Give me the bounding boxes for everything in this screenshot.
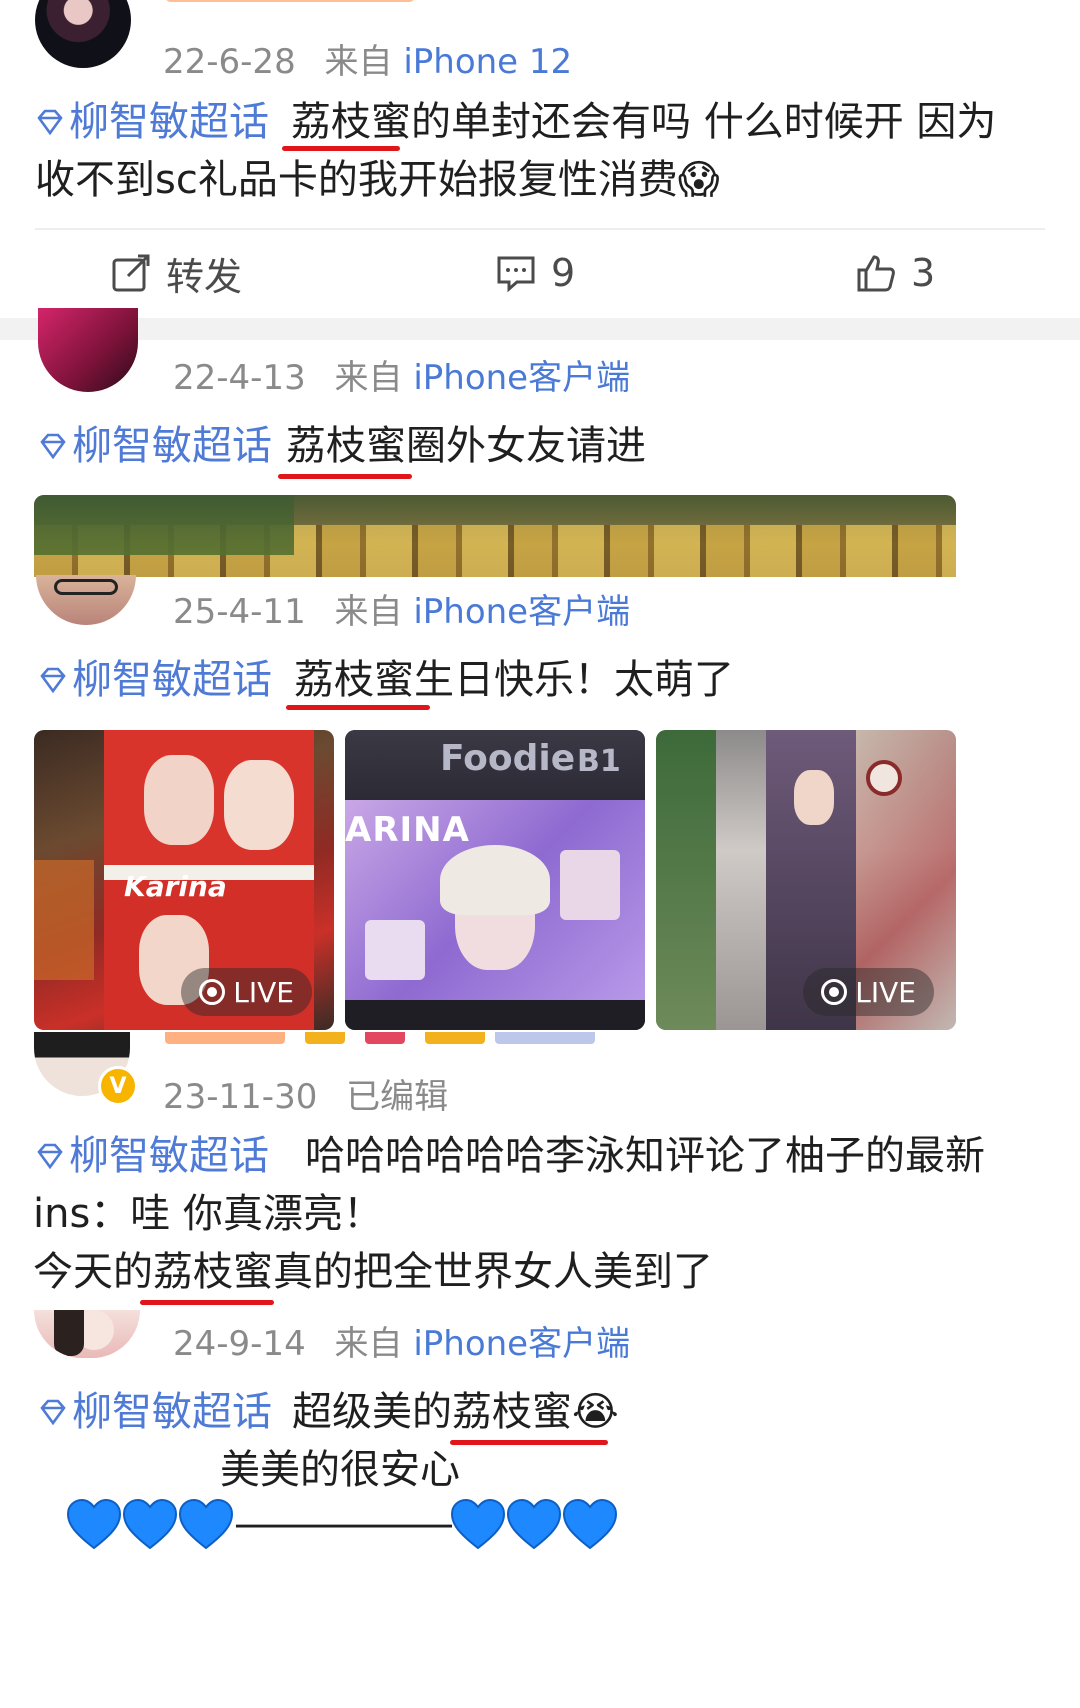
- section-separator: [0, 318, 1080, 340]
- photo-sign-text: Foodie: [440, 738, 576, 779]
- emoji: 😱: [677, 157, 720, 203]
- blue-heart-icon: [506, 1498, 562, 1550]
- action-bar: 转发 9 3: [0, 228, 1080, 318]
- post-meta: 23-11-30 已编辑: [163, 1069, 448, 1118]
- diamond-icon: [40, 667, 66, 694]
- super-topic-link[interactable]: 柳智敏超话: [38, 657, 272, 703]
- verified-badge: V: [98, 1066, 138, 1106]
- keyword-underline: [450, 1440, 608, 1445]
- post-photo[interactable]: Karina LIVE: [34, 730, 334, 1030]
- avatar[interactable]: [36, 575, 136, 625]
- super-topic-label: 柳智敏超话: [72, 423, 272, 469]
- super-topic-label: 柳智敏超话: [69, 99, 269, 145]
- post-source[interactable]: iPhone 12: [403, 42, 572, 82]
- avatar[interactable]: [38, 308, 138, 392]
- comment-icon: [497, 256, 535, 293]
- like-icon: [857, 255, 895, 292]
- post-text: 收不到sc礼品卡的我开始报复性消费😱: [35, 150, 720, 210]
- post-text-line1: 荔枝蜜生日快乐！太萌了: [294, 657, 734, 703]
- post-text-line3: 今天的荔枝蜜真的把全世界女人美到了: [33, 1249, 713, 1295]
- like-button[interactable]: 3: [855, 228, 935, 318]
- super-topic-link[interactable]: 柳智敏超话: [38, 1389, 272, 1435]
- photo-sign-text: Karina: [124, 870, 227, 903]
- post-meta: 24-9-14 来自 iPhone客户端: [173, 1316, 630, 1365]
- repost-icon: [112, 254, 150, 292]
- blue-heart-icon: [122, 1498, 178, 1550]
- super-topic-link[interactable]: 柳智敏超话: [35, 99, 269, 145]
- keyword-underline: [286, 705, 430, 710]
- source-from-label: 来自: [334, 358, 403, 398]
- photo-sign-text-2: B1: [577, 744, 621, 779]
- repost-button[interactable]: 转发: [110, 228, 242, 318]
- username-cropped[interactable]: [165, 1032, 595, 1046]
- live-label: LIVE: [855, 975, 916, 1009]
- edited-label: 已编辑: [346, 1077, 449, 1117]
- post-text: 柳智敏超话 荔枝蜜的单封还会有吗 什么时候开 因为: [35, 92, 996, 152]
- post-text: 柳智敏超话 超级美的荔枝蜜😭: [38, 1382, 619, 1442]
- post-text-line1: 荔枝蜜的单封还会有吗 什么时候开 因为: [291, 99, 997, 145]
- post-meta: 22-4-13 来自 iPhone客户端: [173, 350, 630, 399]
- keyword-underline: [140, 1300, 274, 1305]
- post-text-line2: 美美的很安心: [220, 1447, 460, 1493]
- blue-heart-icon: [178, 1498, 234, 1550]
- diamond-icon: [37, 109, 63, 136]
- post-text-line2: ins：哇 你真漂亮！: [33, 1191, 384, 1237]
- post-image[interactable]: [34, 495, 956, 577]
- post-text: 柳智敏超话 荔枝蜜圈外女友请进: [38, 416, 646, 476]
- post-source[interactable]: iPhone客户端: [413, 592, 630, 632]
- diamond-icon: [40, 1399, 66, 1426]
- super-topic-link[interactable]: 柳智敏超话: [38, 423, 272, 469]
- super-topic-link[interactable]: 柳智敏超话: [35, 1133, 269, 1179]
- live-icon: [821, 979, 848, 1005]
- super-topic-label: 柳智敏超话: [72, 1389, 272, 1435]
- live-badge[interactable]: LIVE: [803, 968, 934, 1016]
- post-photo[interactable]: Foodie B1 ARINA: [345, 730, 645, 1030]
- photo-screen-text: ARINA: [345, 810, 470, 850]
- live-badge[interactable]: LIVE: [181, 968, 312, 1016]
- comment-count: 9: [551, 251, 576, 295]
- post-meta: 22-6-28 来自 iPhone 12: [163, 34, 572, 83]
- blue-heart-icon: [66, 1498, 122, 1550]
- source-from-label: 来自: [334, 1324, 403, 1364]
- avatar[interactable]: [34, 1310, 140, 1358]
- avatar[interactable]: [35, 0, 131, 68]
- post-date: 24-9-14: [173, 1324, 306, 1364]
- source-from-label: 来自: [324, 42, 393, 82]
- live-icon: [199, 979, 226, 1005]
- repost-label: 转发: [166, 254, 243, 299]
- post-text-line1: 荔枝蜜圈外女友请进: [286, 423, 646, 469]
- post-text-line1: 超级美的荔枝蜜: [292, 1389, 572, 1435]
- post-date: 25-4-11: [173, 592, 306, 632]
- super-topic-label: 柳智敏超话: [72, 657, 272, 703]
- source-from-label: 来自: [334, 592, 403, 632]
- post-text: 柳智敏超话 哈哈哈哈哈哈李泳知评论了柚子的最新: [35, 1126, 985, 1186]
- emoji: 😭: [572, 1389, 619, 1435]
- post-source[interactable]: iPhone客户端: [413, 1324, 630, 1364]
- username-cropped[interactable]: [165, 0, 585, 8]
- post-meta: 25-4-11 来自 iPhone客户端: [173, 584, 630, 633]
- post-date: 22-6-28: [163, 42, 296, 82]
- post-date: 23-11-30: [163, 1077, 318, 1117]
- post-date: 22-4-13: [173, 358, 306, 398]
- like-count: 3: [911, 251, 936, 295]
- post-text-line1: 哈哈哈哈哈哈李泳知评论了柚子的最新: [305, 1133, 985, 1179]
- post-text: 柳智敏超话 荔枝蜜生日快乐！太萌了: [38, 650, 734, 710]
- live-label: LIVE: [233, 975, 294, 1009]
- post-text-line2: 收不到sc礼品卡的我开始报复性消费: [35, 157, 678, 203]
- post-photo[interactable]: LIVE: [656, 730, 956, 1030]
- diamond-icon: [37, 1143, 63, 1170]
- dash-line: ——————: [234, 1501, 454, 1547]
- super-topic-label: 柳智敏超话: [69, 1133, 269, 1179]
- keyword-underline: [278, 474, 412, 479]
- comment-button[interactable]: 9: [495, 228, 575, 318]
- blue-heart-icon: [450, 1498, 506, 1550]
- blue-heart-icon: [562, 1498, 618, 1550]
- diamond-icon: [40, 433, 66, 460]
- post-source[interactable]: iPhone客户端: [413, 358, 630, 398]
- heart-row: ——————: [66, 1494, 618, 1554]
